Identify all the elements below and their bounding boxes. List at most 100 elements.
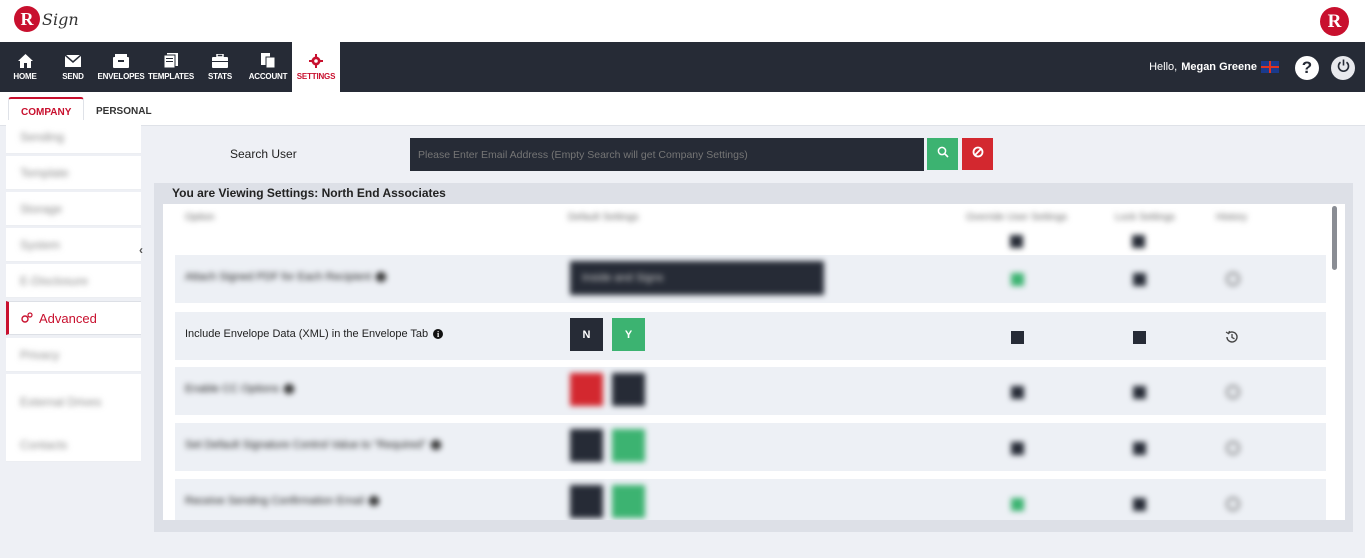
no-button[interactable]: N	[570, 318, 603, 351]
power-icon	[1337, 59, 1350, 77]
top-header: R Sign R	[0, 0, 1365, 42]
sidebar-collapse-toggle[interactable]: ‹	[139, 243, 143, 257]
option-label: Include Envelope Data (XML) in the Envel…	[185, 328, 444, 340]
clear-search-button[interactable]	[962, 138, 993, 170]
header-lock: Lock Settings	[1115, 212, 1176, 223]
table-row: Receive Sending Confirmation Email i	[175, 479, 1326, 520]
nav-settings[interactable]: SETTINGS	[292, 42, 340, 92]
option-text: Include Envelope Data (XML) in the Envel…	[185, 328, 429, 340]
history-icon[interactable]	[1225, 440, 1241, 456]
nav-envelopes[interactable]: ENVELOPES	[96, 42, 146, 92]
yes-button[interactable]	[612, 373, 645, 406]
nav-send-label: SEND	[62, 72, 84, 81]
user-greeting: Hello, Megan Greene	[1149, 42, 1279, 92]
help-button[interactable]: ?	[1295, 56, 1319, 80]
user-name[interactable]: Megan Greene	[1181, 61, 1257, 73]
override-checkbox[interactable]	[1011, 498, 1024, 511]
nav-templates-label: TEMPLATES	[147, 72, 195, 81]
settings-sidebar: Sending Template Storage System E-Disclo…	[6, 120, 141, 462]
sidebar-item-external-drives[interactable]: External Drives	[6, 374, 141, 430]
history-icon[interactable]	[1224, 329, 1240, 345]
uk-flag-icon[interactable]	[1261, 61, 1279, 73]
viewing-settings-title: You are Viewing Settings: North End Asso…	[172, 186, 446, 200]
lock-checkbox[interactable]	[1133, 386, 1146, 399]
header-option: Option	[185, 212, 215, 223]
option-label: Set Default Signature Control Value to "…	[185, 439, 442, 451]
ban-icon	[972, 145, 984, 163]
sidebar-item-template[interactable]: Template	[6, 156, 141, 190]
sidebar-item-label: E-Disclosure	[20, 273, 89, 288]
lock-checkbox[interactable]	[1133, 498, 1146, 511]
override-checkbox[interactable]	[1011, 273, 1024, 286]
sidebar-item-sending[interactable]: Sending	[6, 120, 141, 154]
nav-home[interactable]: HOME	[8, 42, 42, 92]
sidebar-item-advanced[interactable]: Advanced	[6, 301, 141, 335]
nav-settings-label: SETTINGS	[296, 72, 336, 81]
history-icon[interactable]	[1225, 384, 1241, 400]
default-select[interactable]: Inside and Signs	[570, 261, 824, 295]
option-label: Attach Signed PDF for Each Recipient i	[185, 271, 387, 283]
nav-account[interactable]: ACCOUNT	[247, 42, 289, 92]
header-history: History	[1216, 212, 1248, 223]
info-icon[interactable]: i	[376, 272, 387, 282]
yes-button[interactable]	[612, 485, 645, 518]
option-label: Enable CC Options i	[185, 383, 295, 395]
history-icon[interactable]	[1225, 496, 1241, 512]
no-button[interactable]	[570, 485, 603, 518]
sidebar-item-label: Storage	[20, 201, 63, 216]
nav-stats[interactable]: STATS	[204, 42, 236, 92]
lock-all-checkbox[interactable]	[1132, 235, 1145, 248]
briefcase-icon	[212, 53, 228, 68]
nav-stats-label: STATS	[207, 72, 233, 81]
search-email-input[interactable]	[410, 138, 924, 171]
lock-checkbox[interactable]	[1133, 273, 1146, 286]
override-checkbox[interactable]	[1011, 442, 1024, 455]
sidebar-item-label: External Drives	[20, 394, 102, 409]
nav-templates[interactable]: TEMPLATES	[147, 42, 195, 92]
history-icon[interactable]	[1225, 271, 1241, 287]
option-label: Receive Sending Confirmation Email i	[185, 495, 380, 507]
search-button[interactable]	[927, 138, 958, 170]
corner-logo: R	[1320, 7, 1349, 36]
no-button[interactable]	[570, 429, 603, 462]
info-icon[interactable]: i	[431, 440, 442, 450]
info-icon[interactable]: i	[369, 496, 380, 506]
info-icon[interactable]: i	[284, 384, 295, 394]
rsign-logo[interactable]: R Sign	[14, 6, 79, 32]
nav-send[interactable]: SEND	[58, 42, 88, 92]
nav-envelopes-label: ENVELOPES	[97, 72, 145, 81]
gear-icon	[308, 53, 324, 68]
sidebar-item-label: Template	[20, 165, 69, 180]
yes-button[interactable]: Y	[612, 318, 645, 351]
header-override: Override User Settings	[966, 212, 1068, 223]
nav-home-label: HOME	[13, 72, 37, 81]
search-icon	[937, 145, 949, 163]
envelopes-icon	[113, 53, 129, 68]
sidebar-item-contacts[interactable]: Contacts	[6, 428, 141, 462]
sidebar-item-label: System	[20, 237, 61, 252]
gears-icon	[21, 311, 33, 326]
sidebar-item-edisclosure[interactable]: E-Disclosure	[6, 264, 141, 298]
logo-text: Sign	[42, 9, 79, 29]
info-icon[interactable]: i	[433, 329, 444, 339]
settings-panel: You are Viewing Settings: North End Asso…	[154, 183, 1353, 532]
scrollbar[interactable]	[1332, 206, 1337, 270]
settings-table: Option Default Settings Override User Se…	[163, 204, 1345, 520]
override-all-checkbox[interactable]	[1010, 235, 1023, 248]
logout-button[interactable]	[1331, 56, 1355, 80]
sidebar-item-system[interactable]: System	[6, 228, 141, 262]
sidebar-item-storage[interactable]: Storage	[6, 192, 141, 226]
sidebar-item-privacy[interactable]: Privacy	[6, 338, 141, 372]
settings-tabs: COMPANY PERSONAL	[0, 92, 1365, 126]
override-checkbox[interactable]	[1011, 386, 1024, 399]
override-checkbox[interactable]	[1011, 331, 1024, 344]
sidebar-item-label: Contacts	[20, 437, 68, 452]
lock-checkbox[interactable]	[1133, 442, 1146, 455]
no-button[interactable]	[570, 373, 603, 406]
table-row: Enable CC Options i	[175, 367, 1326, 415]
yes-button[interactable]	[612, 429, 645, 462]
nav-account-label: ACCOUNT	[248, 72, 288, 81]
hello-text: Hello,	[1149, 61, 1178, 73]
header-default: Default Settings	[568, 212, 639, 223]
lock-checkbox[interactable]	[1133, 331, 1146, 344]
